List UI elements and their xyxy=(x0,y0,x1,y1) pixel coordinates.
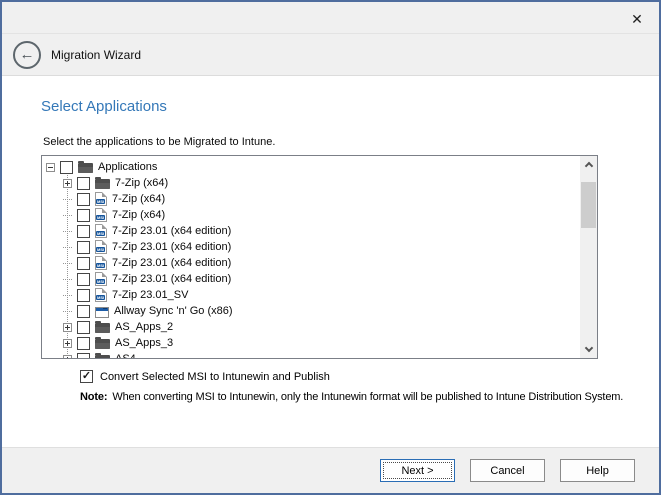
tree-item[interactable]: Allway Sync 'n' Go (x86) xyxy=(46,303,579,319)
tree-item-checkbox[interactable] xyxy=(77,257,90,270)
tree-item-label: Allway Sync 'n' Go (x86) xyxy=(114,305,233,317)
scrollbar-thumb[interactable] xyxy=(581,182,596,228)
msi-icon: MSI xyxy=(95,288,107,302)
tree-item-label: 7-Zip (x64) xyxy=(112,209,165,221)
cancel-button[interactable]: Cancel xyxy=(470,459,545,482)
app-icon xyxy=(95,307,109,318)
content-area: Select Applications Select the applicati… xyxy=(2,98,659,403)
tree-item[interactable]: MSI 7-Zip 23.01_SV xyxy=(46,287,579,303)
wizard-title: Migration Wizard xyxy=(51,48,141,62)
tree-connector-stub xyxy=(63,279,72,280)
help-button[interactable]: Help xyxy=(560,459,635,482)
applications-tree: Applications7-Zip (x64)MSI7-Zip (x64)MSI… xyxy=(41,155,598,359)
tree-item-checkbox[interactable] xyxy=(77,193,90,206)
msi-icon: MSI xyxy=(95,208,107,222)
collapse-toggle-icon[interactable] xyxy=(46,163,55,172)
back-button[interactable]: ← xyxy=(13,41,41,69)
msi-icon: MSI xyxy=(95,272,107,286)
next-button[interactable]: Next > xyxy=(380,459,455,482)
tree-item[interactable]: MSI 7-Zip 23.01 (x64 edition) xyxy=(46,239,579,255)
tree-item[interactable]: 7-Zip (x64) xyxy=(46,175,579,191)
msi-icon: MSI xyxy=(95,192,107,206)
tree-item-checkbox[interactable] xyxy=(77,241,90,254)
tree-item[interactable]: AS_Apps_2 xyxy=(46,319,579,335)
msi-icon: MSI xyxy=(95,256,107,270)
tree-connector-stub xyxy=(63,263,72,264)
tree-item-label: Applications xyxy=(98,161,157,173)
tree-item-label: AS4 xyxy=(115,353,136,359)
tree-item-checkbox[interactable] xyxy=(77,273,90,286)
folder-icon xyxy=(95,179,110,189)
tree-item-label: 7-Zip 23.01_SV xyxy=(112,289,188,301)
tree-item-checkbox[interactable] xyxy=(77,209,90,222)
tree-item[interactable]: MSI 7-Zip 23.01 (x64 edition) xyxy=(46,223,579,239)
tree-item-label: 7-Zip (x64) xyxy=(112,193,165,205)
tree-rows: Applications7-Zip (x64)MSI7-Zip (x64)MSI… xyxy=(46,159,579,359)
tree-item-checkbox[interactable] xyxy=(77,353,90,360)
tree-item[interactable]: AS_Apps_3 xyxy=(46,335,579,351)
tree-connector-stub xyxy=(63,311,72,312)
vertical-scrollbar[interactable] xyxy=(580,156,597,358)
folder-icon xyxy=(78,163,93,173)
note-label: Note: xyxy=(80,391,107,403)
tree-item-label: 7-Zip (x64) xyxy=(115,177,168,189)
msi-icon: MSI xyxy=(95,240,107,254)
expand-toggle-icon[interactable] xyxy=(63,323,72,332)
tree-item-label: 7-Zip 23.01 (x64 edition) xyxy=(112,273,231,285)
scroll-up-icon[interactable] xyxy=(580,156,597,173)
tree-item-label: AS_Apps_3 xyxy=(115,337,173,349)
note-text: When converting MSI to Intunewin, only t… xyxy=(112,391,623,403)
wizard-dialog: ✕ ← Migration Wizard Select Applications… xyxy=(0,0,661,495)
msi-icon: MSI xyxy=(95,224,107,238)
instruction-label: Select the applications to be Migrated t… xyxy=(43,136,659,148)
convert-option-row: ✓ Convert Selected MSI to Intunewin and … xyxy=(80,370,659,383)
footer-bar: Next > Cancel Help xyxy=(2,447,659,493)
tree-item[interactable]: MSI 7-Zip (x64) xyxy=(46,207,579,223)
tree-item-label: 7-Zip 23.01 (x64 edition) xyxy=(112,257,231,269)
tree-connector-stub xyxy=(63,231,72,232)
wizard-header: ← Migration Wizard xyxy=(2,34,659,76)
expand-toggle-icon[interactable] xyxy=(63,355,72,360)
tree-item-label: AS_Apps_2 xyxy=(115,321,173,333)
title-bar: ✕ xyxy=(2,2,659,34)
tree-connector-stub xyxy=(63,247,72,248)
convert-msi-checkbox[interactable]: ✓ xyxy=(80,370,93,383)
tree-item-label: 7-Zip 23.01 (x64 edition) xyxy=(112,225,231,237)
chevron-down-icon xyxy=(584,344,592,352)
tree-item-checkbox[interactable] xyxy=(60,161,73,174)
folder-icon xyxy=(95,339,110,349)
note-line: Note: When converting MSI to Intunewin, o… xyxy=(80,391,659,403)
tree-connector-stub xyxy=(63,199,72,200)
scroll-down-icon[interactable] xyxy=(580,341,597,358)
tree-item-checkbox[interactable] xyxy=(77,305,90,318)
tree-item-checkbox[interactable] xyxy=(77,177,90,190)
tree-item[interactable]: MSI 7-Zip 23.01 (x64 edition) xyxy=(46,255,579,271)
tree-item-checkbox[interactable] xyxy=(77,337,90,350)
expand-toggle-icon[interactable] xyxy=(63,339,72,348)
tree-connector-stub xyxy=(63,295,72,296)
tree-item[interactable]: MSI 7-Zip (x64) xyxy=(46,191,579,207)
folder-icon xyxy=(95,323,110,333)
tree-item[interactable]: AS4 xyxy=(46,351,579,359)
close-icon[interactable]: ✕ xyxy=(625,7,649,31)
page-title: Select Applications xyxy=(41,98,659,115)
tree-connector-stub xyxy=(63,215,72,216)
tree-item-label: 7-Zip 23.01 (x64 edition) xyxy=(112,241,231,253)
tree-item[interactable]: MSI 7-Zip 23.01 (x64 edition) xyxy=(46,271,579,287)
back-arrow-icon: ← xyxy=(20,47,35,62)
tree-item[interactable]: Applications xyxy=(46,159,579,175)
tree-item-checkbox[interactable] xyxy=(77,321,90,334)
chevron-up-icon xyxy=(584,162,592,170)
convert-msi-label: Convert Selected MSI to Intunewin and Pu… xyxy=(100,371,330,383)
tree-item-checkbox[interactable] xyxy=(77,225,90,238)
expand-toggle-icon[interactable] xyxy=(63,179,72,188)
tree-item-checkbox[interactable] xyxy=(77,289,90,302)
folder-icon xyxy=(95,355,110,359)
